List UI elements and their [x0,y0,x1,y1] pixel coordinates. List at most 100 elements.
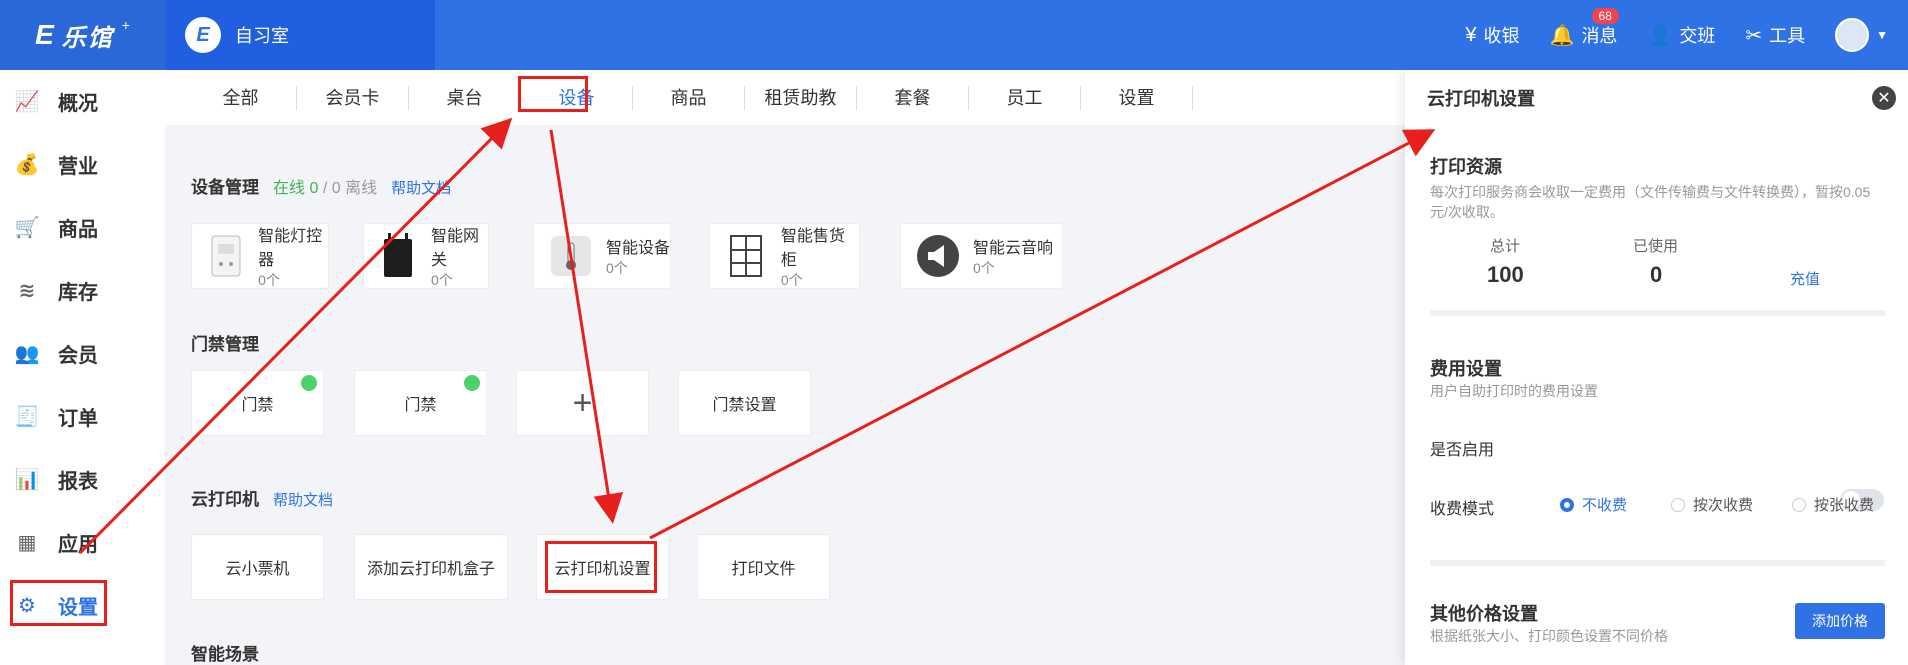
sidebar-item-reports[interactable]: 📊 报表 [0,448,165,511]
sidebar-item-apps[interactable]: ▦ 应用 [0,511,165,574]
device-card-cloud-speaker[interactable]: 智能云音响 0个 [900,223,1063,289]
device-name: 智能售货柜 [780,228,845,269]
radio-circle-icon [1792,497,1806,512]
cashier-label: 收银 [1483,26,1520,46]
member-icon: 👥 [14,343,40,365]
access-card[interactable]: 门禁 [354,370,487,436]
tab-rental-assistant[interactable]: 租赁助教 [745,85,857,110]
sidebar-item-label: 报表 [58,471,98,493]
handover-label: 交班 [1679,26,1716,46]
used-value: 0 [1650,262,1663,287]
device-card-gateway[interactable]: 智能网关 0个 [363,223,489,289]
device-card-light-controller[interactable]: 智能灯控器 0个 [191,223,329,289]
device-name: 智能网关 [430,228,479,269]
chart-icon: 📈 [14,91,40,113]
device-section-title: 设备管理 在线 0 / 0 离线 帮助文档 [191,173,451,198]
thermometer-icon [548,233,594,279]
tab-packages[interactable]: 套餐 [857,85,969,110]
online-status: 在线 0 / 0 离线 [273,174,377,198]
add-access-button[interactable]: + [516,370,649,436]
scene-section-title: 智能场景 [191,640,259,665]
sidebar-item-orders[interactable]: 🧾 订单 [0,385,165,448]
sidebar-item-products[interactable]: 🛒 商品 [0,196,165,259]
cloud-printer-settings-panel: 云打印机设置 ✕ 打印资源 每次打印服务商会收取一定费用（文件传输费与文件转换费… [1405,70,1908,665]
add-price-button[interactable]: 添加价格 [1795,603,1885,639]
logo-star: + [121,17,130,33]
print-file-card[interactable]: 打印文件 [697,534,830,600]
light-controller-icon [206,233,246,279]
device-count: 0个 [430,272,453,288]
highlight-box-printer-settings [545,541,657,593]
radio-per-time[interactable]: 按次收费 [1671,494,1753,515]
printer-help-link[interactable]: 帮助文档 [273,489,333,510]
access-card[interactable]: 门禁 [191,370,324,436]
messages-label: 消息 [1581,26,1618,46]
panel-header: 云打印机设置 ✕ [1405,70,1908,125]
radio-free[interactable]: 不收费 [1560,494,1627,515]
chevron-down-icon: ▼ [1876,28,1888,42]
sidebar-item-members[interactable]: 👥 会员 [0,322,165,385]
sidebar-item-label: 概况 [58,93,98,115]
enable-label: 是否启用 [1430,442,1495,459]
tab-settings[interactable]: 设置 [1081,85,1193,110]
divider [1430,560,1885,566]
sidebar-item-label: 库存 [58,282,98,304]
radio-label: 不收费 [1582,497,1628,514]
panel-title: 云打印机设置 [1427,88,1535,109]
bell-icon: 🔔 [1549,24,1575,47]
radio-circle-icon [1560,497,1574,512]
sidebar-item-label: 应用 [58,534,98,556]
money-bag-icon: 💰 [14,154,40,176]
radio-circle-icon [1671,497,1685,512]
tab-all[interactable]: 全部 [185,85,297,110]
user-menu[interactable]: ▼ [1835,18,1888,52]
sidebar-item-inventory[interactable]: ≋ 库存 [0,259,165,322]
tab-staff[interactable]: 员工 [969,85,1081,110]
device-card-smart-device[interactable]: 智能设备 0个 [533,223,671,289]
add-printer-box-card[interactable]: 添加云打印机盒子 [354,534,508,600]
access-settings-card[interactable]: 门禁设置 [678,370,811,436]
recharge-link[interactable]: 充值 [1790,268,1820,289]
cart-icon: 🛒 [14,217,40,239]
tools-icon: ✂ [1745,24,1763,47]
cashier-icon: ¥ [1465,23,1477,46]
top-nav: ¥ 收银 🔔 消息 68 👤 交班 ✂ 工具 ▼ [1465,0,1888,70]
store-name: 自习室 [235,26,289,46]
radio-label: 按张收费 [1814,497,1875,514]
messages-button[interactable]: 🔔 消息 68 [1549,8,1619,48]
device-help-link[interactable]: 帮助文档 [391,177,451,198]
radio-per-page[interactable]: 按张收费 [1792,494,1874,515]
resource-description: 每次打印服务商会收取一定费用（文件传输费与文件转换费），暂按0.05元/次收取。 [1430,184,1871,220]
handover-button[interactable]: 👤 交班 [1647,22,1715,48]
device-card-vending-cabinet[interactable]: 智能售货柜 0个 [709,223,860,289]
report-icon: 📊 [14,469,40,491]
logo-mark: E [35,19,54,50]
other-price-description: 根据纸张大小、打印颜色设置不同价格 [1430,628,1668,644]
access-card-label: 门禁设置 [712,397,777,414]
close-icon[interactable]: ✕ [1872,86,1896,110]
sidebar-item-label: 营业 [58,156,98,178]
cashier-button[interactable]: ¥ 收银 [1465,22,1519,48]
store-switcher[interactable]: E 自习室 [165,0,435,70]
tab-member-card[interactable]: 会员卡 [297,85,409,110]
device-name: 智能设备 [606,240,671,257]
fee-mode-label: 收费模式 [1430,501,1495,518]
top-bar: E 乐馆 + E 自习室 ¥ 收银 🔔 消息 68 👤 交班 ✂ 工具 ▼ [0,0,1908,70]
online-status-dot [301,375,317,391]
device-count: 0个 [780,272,803,288]
offline-label: 离线 [345,180,378,197]
avatar [1835,18,1870,52]
tab-tables[interactable]: 桌台 [409,85,521,110]
divider [1430,310,1885,316]
cloud-receipt-printer-card[interactable]: 云小票机 [191,534,324,600]
sidebar-item-business[interactable]: 💰 营业 [0,133,165,196]
device-name: 智能灯控器 [258,228,323,269]
tab-products[interactable]: 商品 [633,85,745,110]
tools-button[interactable]: ✂ 工具 [1745,22,1805,48]
app-logo[interactable]: E 乐馆 + [0,0,165,70]
device-name: 智能云音响 [973,240,1054,257]
radio-label: 按次收费 [1693,497,1754,514]
gateway-icon [378,233,419,279]
logo-text: 乐馆 [61,24,114,52]
sidebar-item-overview[interactable]: 📈 概况 [0,70,165,133]
